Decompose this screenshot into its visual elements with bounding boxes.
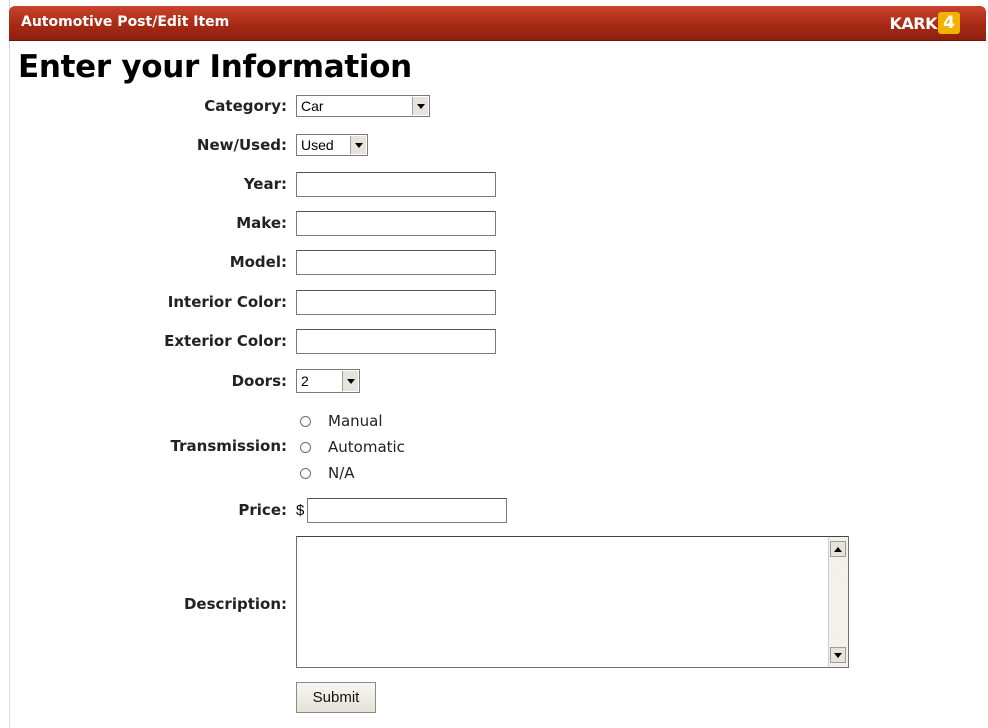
description-label: Description: (183, 595, 287, 613)
make-label: Make: (236, 214, 287, 232)
category-value: Car (301, 98, 324, 114)
kark4-logo: KARK 4 (889, 11, 960, 35)
exterior-color-label: Exterior Color: (164, 332, 287, 350)
price-input[interactable] (307, 498, 507, 523)
exterior-color-input[interactable] (296, 329, 496, 354)
radio-button[interactable] (300, 441, 311, 453)
year-input[interactable] (296, 172, 496, 197)
radio-label: Manual (328, 412, 383, 430)
title-bar: Automotive Post/Edit Item KARK 4 (9, 6, 986, 40)
radio-label: Automatic (328, 438, 405, 456)
radio-button[interactable] (300, 415, 311, 427)
transmission-label: Transmission: (170, 437, 287, 455)
transmission-option-na[interactable]: N/A (300, 463, 355, 483)
radio-label: N/A (328, 464, 355, 482)
transmission-option-automatic[interactable]: Automatic (300, 437, 405, 457)
scrollbar[interactable] (828, 537, 848, 667)
transmission-option-manual[interactable]: Manual (300, 411, 383, 431)
description-textarea[interactable] (296, 536, 849, 668)
new-used-select[interactable]: Used (296, 134, 368, 156)
make-input[interactable] (296, 211, 496, 236)
doors-value: 2 (301, 373, 309, 389)
window-title: Automotive Post/Edit Item (21, 14, 230, 30)
chevron-down-icon[interactable] (412, 97, 428, 115)
price-label: Price: (238, 501, 287, 519)
category-label: Category: (204, 97, 287, 115)
new-used-label: New/Used: (196, 136, 287, 154)
currency-symbol: $ (296, 502, 305, 519)
category-select[interactable]: Car (296, 95, 430, 117)
chevron-down-icon[interactable] (342, 371, 358, 391)
chevron-down-icon[interactable] (350, 136, 366, 154)
interior-color-input[interactable] (296, 290, 496, 315)
year-label: Year: (243, 175, 287, 193)
new-used-value: Used (301, 137, 334, 153)
doors-select[interactable]: 2 (296, 369, 360, 393)
page-title: Enter your Information (18, 49, 412, 85)
radio-button[interactable] (300, 467, 311, 479)
submit-button[interactable]: Submit (296, 682, 376, 713)
model-label: Model: (229, 253, 287, 271)
scroll-up-icon[interactable] (830, 541, 846, 557)
doors-label: Doors: (231, 372, 287, 390)
logo-text: KARK (889, 13, 938, 33)
scroll-down-icon[interactable] (830, 647, 846, 663)
logo-digit: 4 (938, 12, 960, 34)
model-input[interactable] (296, 250, 496, 275)
interior-color-label: Interior Color: (167, 293, 287, 311)
